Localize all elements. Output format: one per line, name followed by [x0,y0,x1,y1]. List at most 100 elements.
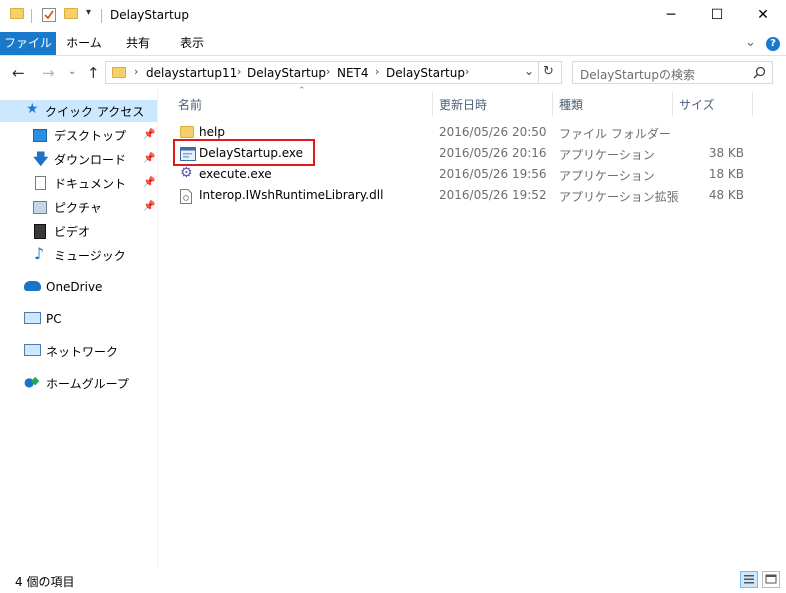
nav-desktop-label: デスクトップ [54,128,127,143]
breadcrumb-delaystartup11[interactable]: delaystartup11 [146,66,237,80]
nav-pictures-label: ピクチャ [54,200,102,215]
title-separator [31,9,32,23]
folder-icon [112,67,126,78]
sort-ascending-icon: ⌃ [298,86,306,96]
file-row[interactable]: ⚙ execute.exe 2016/05/26 19:56 アプリケーション … [172,164,752,185]
recent-locations-icon[interactable]: ⌄ [68,66,76,77]
status-bar: 4 個の項目 [0,566,786,593]
column-header-name[interactable]: 名前 [178,96,202,113]
breadcrumb-delaystartup[interactable]: DelayStartup [247,66,326,80]
nav-pc[interactable]: PC [0,308,157,330]
nav-onedrive-label: OneDrive [46,280,103,294]
music-note-icon: ♪ [34,244,45,263]
pictures-icon [33,201,47,214]
nav-homegroup[interactable]: ● ◆ ホームグループ [0,372,157,394]
forward-arrow-icon[interactable]: → [42,64,55,82]
chevron-right-icon[interactable]: › [375,65,379,78]
refresh-icon[interactable]: ↻ [543,64,554,79]
title-separator [101,9,102,23]
title-bar: ▾ DelayStartup ─ ☐ ✕ [0,0,786,32]
chevron-right-icon[interactable]: › [134,65,138,78]
file-size: 38 KB [708,146,744,160]
highlight-annotation-box [173,139,315,166]
file-type: アプリケーション [559,169,655,183]
nav-network[interactable]: ネットワーク [0,340,157,362]
breadcrumb-delaystartup-current[interactable]: DelayStartup [386,66,465,80]
navigation-pane: ★ クイック アクセス デスクトップ 📌 🡇 ダウンロード 📌 ドキュメント 📌… [0,90,158,566]
help-icon[interactable]: ? [766,37,780,51]
star-icon: ★ [26,101,39,117]
homegroup-icon: ◆ [31,374,40,387]
nav-onedrive[interactable]: OneDrive [0,276,157,298]
chevron-right-icon[interactable]: › [326,65,330,78]
nav-pictures[interactable]: ピクチャ 📌 [0,196,157,218]
nav-quick-access[interactable]: ★ クイック アクセス [0,100,157,122]
new-folder-icon[interactable] [64,8,78,19]
customize-toolbar-icon[interactable]: ▾ [86,7,91,18]
address-dropdown-icon[interactable]: ⌄ [524,64,534,78]
desktop-icon [33,129,47,142]
close-button[interactable]: ✕ [740,0,786,30]
nav-pc-label: PC [46,312,62,326]
nav-videos-label: ビデオ [54,224,91,239]
folder-icon [10,8,24,19]
search-box[interactable]: DelayStartupの検索 [572,61,773,84]
nav-documents[interactable]: ドキュメント 📌 [0,172,157,194]
column-header-size[interactable]: サイズ [679,96,715,113]
pin-icon[interactable]: 📌 [143,201,155,212]
minimize-button[interactable]: ─ [648,0,694,30]
file-type: アプリケーション拡張 [559,190,679,204]
nav-music[interactable]: ♪ ミュージック [0,244,157,266]
cloud-icon [24,281,41,291]
file-row[interactable]: Interop.IWshRuntimeLibrary.dll 2016/05/2… [172,185,752,206]
nav-desktop[interactable]: デスクトップ 📌 [0,124,157,146]
nav-downloads-label: ダウンロード [54,152,127,167]
address-divider [538,62,539,83]
tab-share[interactable]: 共有 [114,32,162,55]
file-date: 2016/05/26 19:52 [439,188,547,202]
nav-homegroup-label: ホームグループ [46,376,129,391]
file-name: execute.exe [199,167,272,181]
nav-downloads[interactable]: 🡇 ダウンロード 📌 [0,148,157,170]
pin-icon[interactable]: 📌 [143,153,155,164]
document-icon [35,176,46,190]
properties-icon[interactable] [42,7,56,25]
file-type: アプリケーション [559,148,655,162]
details-view-icon[interactable] [740,571,758,588]
folder-icon [180,126,194,139]
column-header-type[interactable]: 種類 [559,96,583,113]
address-bar[interactable]: › delaystartup11 › DelayStartup › NET4 ›… [105,61,562,84]
dll-file-icon [180,189,194,204]
up-arrow-icon[interactable]: ↑ [87,64,100,82]
ribbon-tabs: ファイル ホーム 共有 表示 ⌄ ? [0,32,786,56]
item-count: 4 個の項目 [15,575,75,589]
window-title: DelayStartup [110,8,189,22]
pin-icon[interactable]: 📌 [143,129,155,140]
column-divider[interactable] [552,92,553,116]
column-divider[interactable] [432,92,433,116]
column-divider[interactable] [752,92,753,116]
large-icons-view-icon[interactable] [762,571,780,588]
search-icon[interactable] [753,66,766,82]
nav-documents-label: ドキュメント [54,176,127,191]
file-date: 2016/05/26 19:56 [439,167,547,181]
back-arrow-icon[interactable]: ← [12,64,25,82]
tab-file[interactable]: ファイル [0,32,56,55]
tab-view[interactable]: 表示 [168,32,216,55]
column-header-date[interactable]: 更新日時 [439,96,487,113]
nav-music-label: ミュージック [54,248,126,263]
chevron-right-icon[interactable]: › [237,65,241,78]
column-divider[interactable] [672,92,673,116]
ribbon-collapse-icon[interactable]: ⌄ [745,35,756,50]
gear-app-icon: ⚙ [180,165,193,181]
file-date: 2016/05/26 20:50 [439,125,547,139]
maximize-button[interactable]: ☐ [694,0,740,30]
nav-videos[interactable]: ビデオ [0,220,157,242]
file-date: 2016/05/26 20:16 [439,146,547,160]
pin-icon[interactable]: 📌 [143,177,155,188]
tab-home[interactable]: ホーム [60,32,108,55]
file-type: ファイル フォルダー [559,127,671,141]
chevron-right-icon[interactable]: › [465,65,469,78]
breadcrumb-net4[interactable]: NET4 [337,66,369,80]
search-input[interactable]: DelayStartupの検索 [580,66,695,83]
